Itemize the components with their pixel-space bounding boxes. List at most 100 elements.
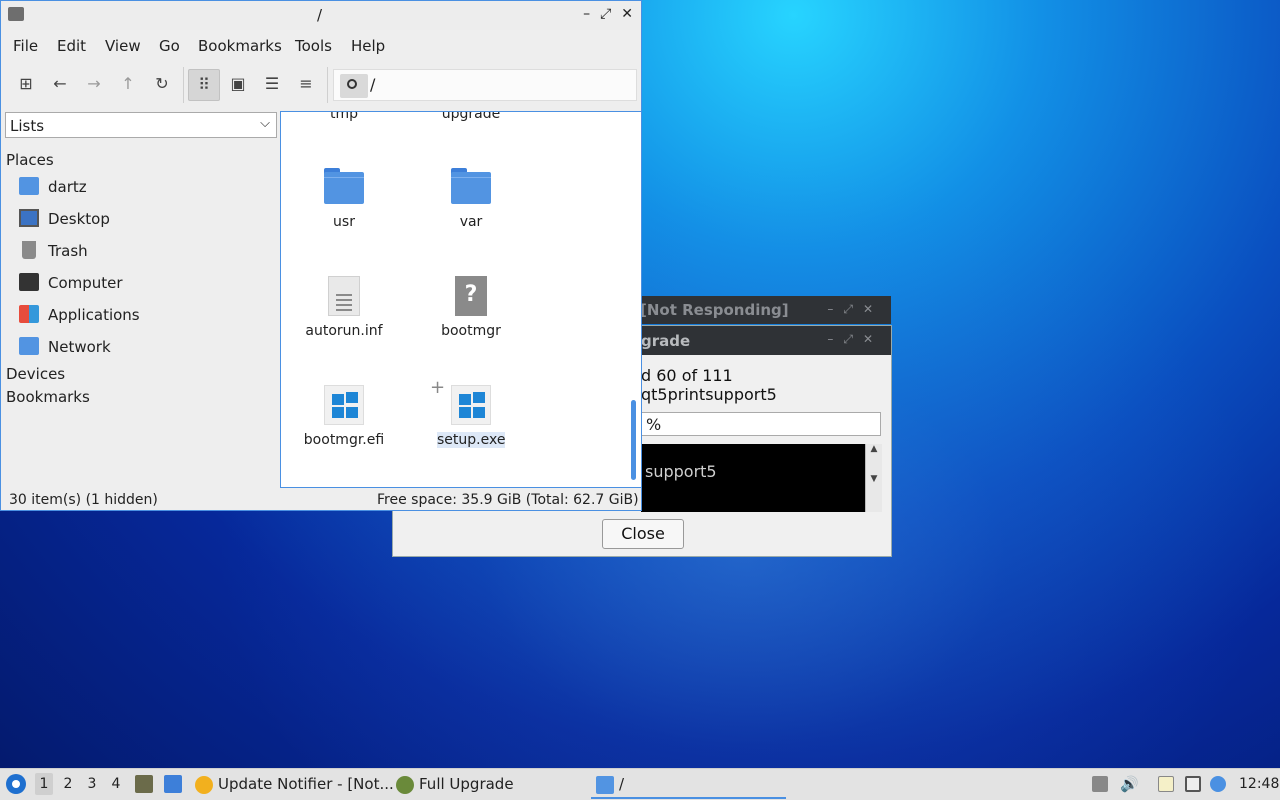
path-bar[interactable]: / — [333, 69, 637, 101]
window-controls[interactable]: –⤢✕ — [827, 302, 883, 317]
update-tray-icon[interactable] — [1210, 776, 1226, 792]
path-toggle-button[interactable] — [340, 74, 368, 98]
sidebar-item-computer[interactable]: Computer — [19, 270, 269, 296]
folder-app-icon — [8, 7, 24, 21]
active-task-indicator — [591, 797, 786, 799]
file-item-bootmgr[interactable]: ? bootmgr — [416, 276, 526, 340]
terminal-scrollbar[interactable]: ▲ ▼ — [865, 444, 882, 512]
window-title: grade — [641, 332, 691, 350]
file-item-var[interactable]: var — [416, 168, 526, 232]
home-folder-icon — [19, 177, 39, 195]
file-manager-titlebar[interactable]: / – ⤢ ✕ — [1, 1, 641, 30]
sidebar-item-label: dartz — [48, 178, 87, 196]
menu-bookmarks[interactable]: Bookmarks — [198, 37, 282, 55]
workspace-2[interactable]: 2 — [59, 776, 77, 792]
windows-icon — [451, 385, 491, 425]
toolbar: ⊞ ← → ↑ ↻ ⠿ ▣ ☰ ≡ / — [1, 63, 641, 105]
task-label: Update Notifier - [Not... — [218, 775, 394, 793]
network-tray-icon[interactable] — [1185, 776, 1201, 792]
sidebar-item-label: Network — [48, 338, 111, 356]
gear-icon — [396, 776, 414, 794]
sidebar-item-applications[interactable]: Applications — [19, 302, 269, 328]
progress-text: % — [646, 415, 662, 434]
bookmarks-header[interactable]: Bookmarks — [6, 388, 90, 406]
close-icon[interactable]: ✕ — [621, 6, 633, 22]
menu-help[interactable]: Help — [351, 37, 385, 55]
sidebar-item-dartz[interactable]: dartz — [19, 174, 269, 200]
workspace-1[interactable]: 1 — [35, 773, 53, 795]
network-icon — [19, 337, 39, 355]
back-icon[interactable]: ← — [47, 71, 73, 97]
file-label: tmp — [329, 111, 358, 122]
menu-tools[interactable]: Tools — [295, 37, 332, 55]
file-manager-launcher-icon[interactable] — [135, 775, 153, 793]
up-icon[interactable]: ↑ — [115, 71, 141, 97]
file-label: bootmgr — [441, 323, 501, 339]
clock[interactable]: 12:48 — [1239, 776, 1279, 792]
close-button[interactable]: Close — [602, 519, 684, 549]
sidebar-item-network[interactable]: Network — [19, 334, 269, 360]
windows-icon — [324, 385, 364, 425]
forward-icon[interactable]: → — [81, 71, 107, 97]
icon-view-icon[interactable]: ⠿ — [188, 69, 220, 101]
file-label: bootmgr.efi — [303, 432, 385, 448]
file-label: setup.exe — [437, 432, 506, 448]
show-desktop-icon[interactable] — [164, 775, 182, 793]
folder-icon — [451, 168, 491, 204]
folder-icon — [596, 776, 614, 794]
workspace-4[interactable]: 4 — [107, 776, 125, 792]
compact-view-icon[interactable]: ☰ — [259, 71, 285, 97]
places-header[interactable]: Places — [6, 151, 54, 169]
task-label: / — [619, 775, 625, 793]
thumbnail-view-icon[interactable]: ▣ — [225, 71, 251, 97]
task-label: Full Upgrade — [419, 775, 514, 793]
menu-file[interactable]: File — [13, 37, 38, 55]
tray-arrow-icon[interactable] — [1092, 776, 1108, 792]
window-title: [Not Responding] — [640, 301, 789, 319]
text-file-icon — [328, 276, 360, 316]
maximize-icon[interactable]: ⤢ — [600, 6, 611, 22]
file-label: autorun.inf — [305, 323, 383, 339]
menu-view[interactable]: View — [105, 37, 141, 55]
taskbar: 1 2 3 4 Update Notifier - [Not... Full U… — [0, 768, 1280, 800]
file-label: var — [459, 214, 483, 230]
sidebar-item-label: Computer — [48, 274, 123, 292]
window-controls[interactable]: –⤢✕ — [827, 332, 883, 347]
side-pane-mode-value: Lists — [10, 117, 45, 135]
trash-icon — [22, 241, 36, 259]
file-item-setup-exe[interactable]: + setup.exe — [416, 377, 526, 449]
start-menu-icon[interactable] — [6, 774, 26, 794]
file-manager-window: / – ⤢ ✕ File Edit View Go Bookmarks Tools … — [0, 0, 642, 511]
detailed-list-icon[interactable]: ≡ — [293, 71, 319, 97]
volume-icon[interactable]: 🔊 — [1120, 776, 1139, 792]
side-pane-mode-select[interactable]: Lists ⌵ — [5, 112, 277, 138]
folder-icon — [324, 168, 364, 204]
file-item-upgrade[interactable]: upgrade — [416, 112, 526, 132]
menu-go[interactable]: Go — [159, 37, 180, 55]
sidebar-item-trash[interactable]: Trash — [19, 238, 269, 264]
terminal-text: support5 — [645, 462, 717, 481]
chevron-down-icon: ⌵ — [260, 116, 270, 131]
window-title: / — [317, 6, 323, 24]
file-item-bootmgr-efi[interactable]: bootmgr.efi — [289, 385, 399, 449]
menu-edit[interactable]: Edit — [57, 37, 86, 55]
sidebar-item-label: Applications — [48, 306, 140, 324]
file-label: usr — [333, 214, 355, 230]
workspace-3[interactable]: 3 — [83, 776, 101, 792]
update-notifier-icon — [195, 776, 213, 794]
sidebar-item-desktop[interactable]: Desktop — [19, 206, 269, 232]
desktop-icon — [19, 209, 39, 227]
file-item-tmp[interactable]: tmp — [289, 111, 399, 132]
file-item-usr[interactable]: usr — [289, 168, 399, 232]
file-view-scrollbar[interactable] — [631, 400, 636, 480]
unknown-file-icon: ? — [455, 276, 487, 316]
minimize-icon[interactable]: – — [583, 6, 590, 22]
file-item-autorun-inf[interactable]: autorun.inf — [289, 276, 399, 340]
path-text: / — [370, 75, 376, 94]
reload-icon[interactable]: ↻ — [149, 71, 175, 97]
clipboard-icon[interactable] — [1158, 776, 1174, 792]
devices-header[interactable]: Devices — [6, 365, 65, 383]
upgrade-progress-bar: % — [641, 412, 881, 436]
file-view[interactable]: tmp upgrade usr var autorun.inf ? bootmg… — [280, 111, 642, 488]
new-tab-icon[interactable]: ⊞ — [13, 71, 39, 97]
